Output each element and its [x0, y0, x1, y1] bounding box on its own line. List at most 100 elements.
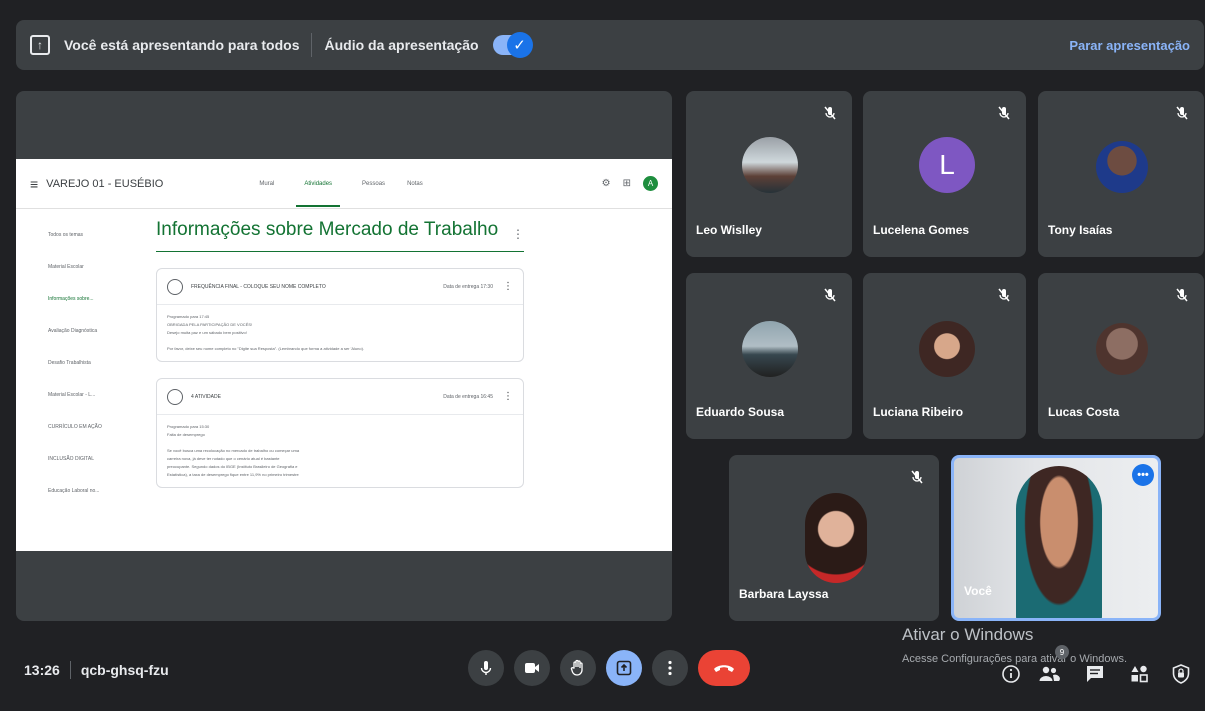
more-vert-icon: ⋮	[512, 227, 524, 241]
activities-button[interactable]	[1128, 663, 1150, 685]
assignment-icon	[167, 278, 183, 295]
host-controls-button[interactable]	[1170, 663, 1192, 685]
presenting-text: Você está apresentando para todos	[64, 37, 300, 53]
activities-icon	[1131, 665, 1148, 683]
microphone-button[interactable]	[468, 650, 504, 686]
tab-notas: Notas	[407, 180, 423, 187]
camera-button[interactable]	[514, 650, 550, 686]
topic-title: Informações sobre Mercado de Trabalho ⋮	[156, 219, 524, 252]
present-button[interactable]	[606, 650, 642, 686]
stop-presenting-button[interactable]: Parar apresentação	[1069, 38, 1190, 53]
self-view-tile[interactable]: ••• Você	[951, 455, 1161, 621]
classroom-header: ≡ VAREJO 01 - EUSÉBIO Mural Atividades P…	[16, 159, 672, 209]
end-call-icon	[714, 665, 734, 672]
people-button[interactable]	[1038, 663, 1060, 685]
raise-hand-icon	[570, 659, 583, 676]
participant-name: Lucelena Gomes	[873, 223, 970, 237]
end-call-button[interactable]	[698, 650, 750, 686]
participant-tile[interactable]: Luciana Ribeiro	[863, 273, 1026, 439]
host-controls-icon	[1172, 664, 1190, 684]
assignment-line: preocupante. Segundo dados do IBGE (Inst…	[167, 464, 298, 469]
topic-item: Desafio Trabalhista	[48, 360, 91, 366]
chat-icon	[1087, 666, 1103, 682]
assignment-card: FREQUÊNCIA FINAL - COLOQUE SEU NOME COMP…	[156, 268, 524, 362]
topic-title-text: Informações sobre Mercado de Trabalho	[156, 219, 499, 240]
more-options-icon[interactable]: •••	[1132, 464, 1154, 486]
participant-avatar: L	[919, 137, 975, 193]
tab-pessoas: Pessoas	[362, 180, 386, 187]
topic-item: Informações sobre...	[48, 296, 94, 302]
people-icon	[1039, 666, 1060, 681]
divider	[311, 33, 313, 57]
assignment-line: Programado para 17:45	[167, 314, 210, 319]
assignment-title: 4 ATIVIDADE	[191, 393, 221, 400]
participant-name: Lucas Costa	[1048, 405, 1120, 419]
participant-tile[interactable]: Barbara Layssa	[729, 455, 939, 621]
presenting-icon: ↑	[30, 35, 50, 55]
topic-content: Informações sobre Mercado de Trabalho ⋮ …	[156, 219, 524, 488]
more-options-icon	[668, 660, 672, 676]
assignment-due: Data de entrega 16:45	[443, 393, 493, 400]
shared-screen: ≡ VAREJO 01 - EUSÉBIO Mural Atividades P…	[16, 159, 672, 551]
raise-hand-button[interactable]	[560, 650, 596, 686]
meeting-details-button[interactable]	[1000, 663, 1022, 685]
topic-item: Todos os temas	[48, 232, 84, 238]
self-video	[1016, 466, 1102, 618]
participant-name: Leo Wislley	[696, 223, 762, 237]
mic-off-icon	[824, 106, 836, 120]
participant-name: Luciana Ribeiro	[873, 405, 964, 419]
assignment-title: FREQUÊNCIA FINAL - COLOQUE SEU NOME COMP…	[191, 283, 326, 290]
participant-name: Eduardo Sousa	[696, 405, 785, 419]
mic-off-icon	[911, 470, 923, 484]
participant-tile[interactable]: Eduardo Sousa	[686, 273, 852, 439]
participant-avatar	[919, 321, 975, 377]
classroom-tabs: Mural Atividades Pessoas Notas	[259, 159, 423, 209]
participant-avatar	[742, 137, 798, 193]
topic-item: Educação Laboral no...	[48, 488, 100, 494]
topic-item: INCLUSÃO DIGITAL	[48, 456, 95, 462]
meeting-info: 13:26 qcb-ghsq-fzu	[24, 661, 169, 679]
more-options-button[interactable]	[652, 650, 688, 686]
tab-mural: Mural	[259, 180, 275, 187]
chat-button[interactable]	[1084, 663, 1106, 685]
presentation-audio-toggle[interactable]: ✓	[492, 32, 533, 58]
mic-off-icon	[1176, 288, 1188, 302]
camera-icon	[525, 663, 539, 673]
account-avatar: A	[643, 176, 658, 191]
microphone-icon	[480, 661, 492, 675]
topic-item: Material Escolar	[48, 264, 84, 270]
call-controls	[468, 650, 750, 686]
participant-tile[interactable]: Leo Wislley	[686, 91, 852, 257]
mic-off-icon	[1176, 106, 1188, 120]
participant-tile[interactable]: Lucas Costa	[1038, 273, 1204, 439]
assignment-line: Se você busca uma recolocação no mercado…	[167, 448, 300, 453]
participant-avatar	[742, 321, 798, 377]
more-vert-icon: ⋮	[503, 281, 513, 292]
assignment-line: Estatística), a taxa de desemprego fique…	[167, 472, 299, 477]
windows-activation-watermark: Ativar o Windows Acesse Configurações pa…	[902, 625, 1127, 665]
activation-title: Ativar o Windows	[902, 625, 1034, 644]
info-icon	[1002, 665, 1020, 683]
topic-item: CURRÍCULO EM AÇÃO	[48, 424, 102, 430]
participant-name: Tony Isaías	[1048, 223, 1113, 237]
class-name: VAREJO 01 - EUSÉBIO	[46, 177, 164, 190]
mic-off-icon	[998, 106, 1010, 120]
participant-tile[interactable]: L Lucelena Gomes	[863, 91, 1026, 257]
assignment-line: OBRIGADA PELA PARTICIPAÇÃO DE VOCÊS!	[167, 322, 253, 327]
divider	[69, 661, 71, 679]
assignment-line: Por favor, deixe seu nome completo no "D…	[167, 346, 365, 351]
mic-off-icon	[824, 288, 836, 302]
assignment-line: carreira nova, já deve ter notado que o …	[167, 456, 280, 461]
assignment-body: Programado para 17:45 OBRIGADA PELA PART…	[157, 305, 523, 361]
presentation-bar: ↑ Você está apresentando para todos Áudi…	[16, 20, 1204, 70]
assignment-card: 4 ATIVIDADE Data de entrega 16:45 ⋮ Prog…	[156, 378, 524, 488]
assignment-header: 4 ATIVIDADE Data de entrega 16:45 ⋮	[157, 379, 523, 415]
participant-tile[interactable]: Tony Isaías	[1038, 91, 1204, 257]
check-icon: ✓	[506, 32, 533, 58]
classroom-header-icons: ⚙ ⊞ A	[602, 176, 658, 191]
apps-grid-icon: ⊞	[622, 178, 631, 189]
present-icon	[616, 660, 632, 676]
participant-avatar	[805, 493, 867, 583]
participant-avatar	[1096, 141, 1148, 193]
assignment-line: Desejo muita paz e um sábado bem positiv…	[167, 330, 247, 335]
